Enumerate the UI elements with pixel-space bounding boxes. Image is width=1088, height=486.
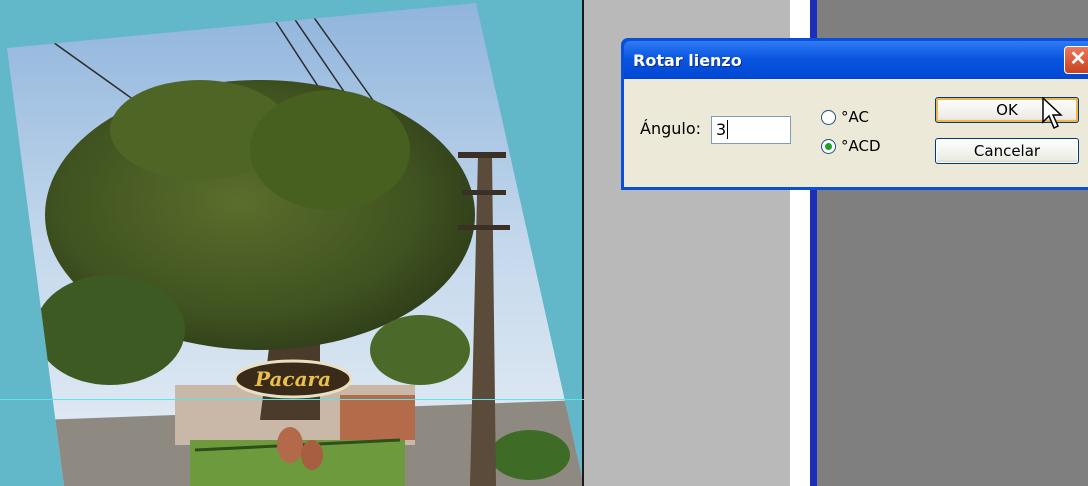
radio-counterclockwise[interactable]: °ACD [821, 136, 881, 156]
angle-input[interactable]: 3 [711, 116, 791, 144]
rotate-canvas-dialog: Rotar lienzo ✕ Ángulo: 3 °AC °ACD OK Can… [621, 38, 1088, 190]
close-button[interactable]: ✕ [1064, 46, 1088, 74]
radio-clockwise-button[interactable] [821, 109, 836, 125]
arrow-cursor-icon [1042, 97, 1063, 130]
cancel-button[interactable]: Cancelar [935, 138, 1079, 164]
angle-label: Ángulo: [640, 119, 702, 138]
pacara-sign: Pacara [233, 359, 353, 399]
radio-clockwise[interactable]: °AC [821, 107, 869, 127]
image-canvas[interactable]: Pacara [0, 0, 584, 486]
angle-value: 3 [716, 120, 727, 139]
radio-clockwise-label: °AC [841, 108, 869, 126]
radio-counterclockwise-button[interactable] [821, 138, 836, 154]
pacara-sign-text: Pacara [254, 367, 331, 391]
dialog-title: Rotar lienzo [633, 51, 742, 70]
dialog-body: Ángulo: 3 °AC °ACD OK Cancelar [624, 79, 1088, 187]
radio-counterclockwise-label: °ACD [841, 137, 881, 155]
dialog-titlebar[interactable]: Rotar lienzo ✕ [624, 41, 1088, 79]
rotated-photo: Pacara [7, 3, 582, 486]
close-icon: ✕ [1069, 48, 1087, 70]
